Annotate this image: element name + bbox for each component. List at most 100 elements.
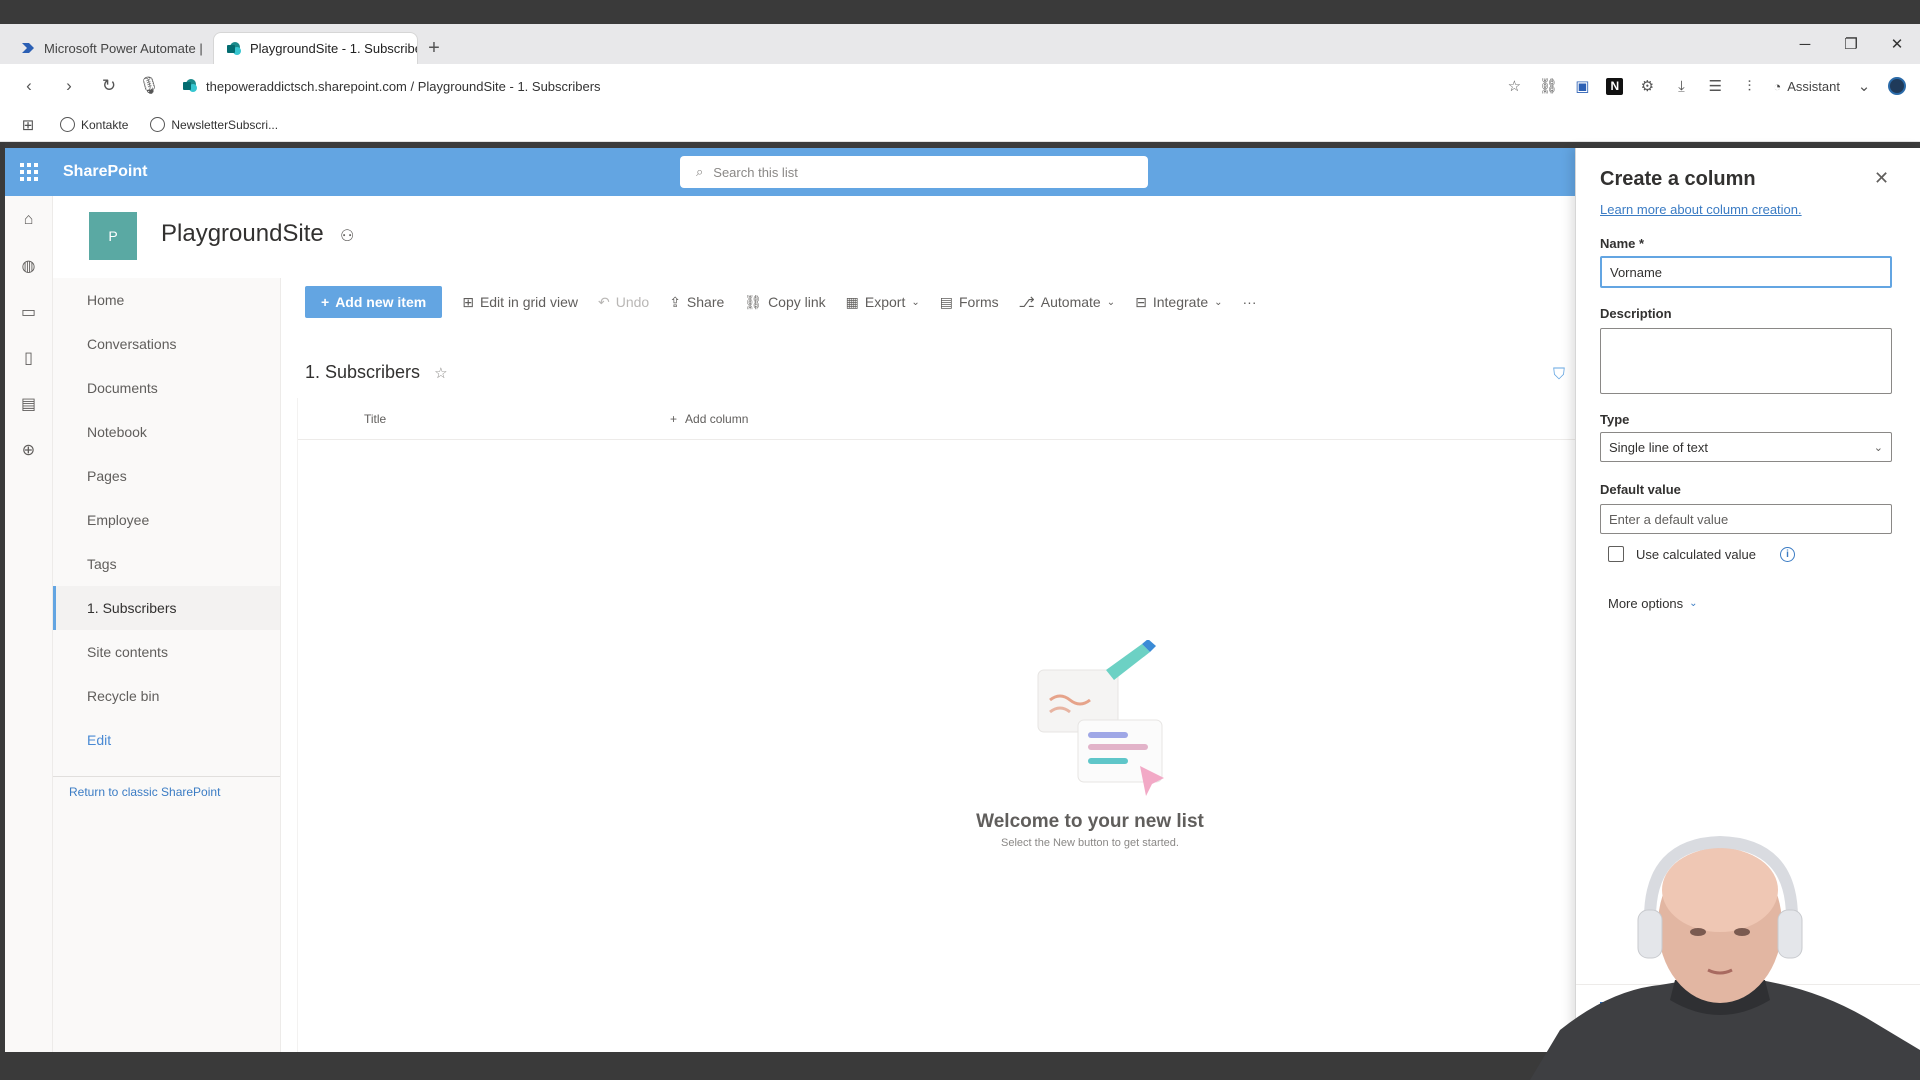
use-calculated-checkbox[interactable] (1608, 546, 1624, 562)
reading-list-icon[interactable]: ☰ (1705, 76, 1725, 96)
sharepoint-icon (183, 79, 197, 92)
add-new-item-label: Add new item (335, 294, 427, 310)
assistant-button[interactable]: ◔ Assistant (1773, 79, 1840, 94)
bookmarks-bar: ⊞ Kontakte NewsletterSubscri... (0, 108, 1920, 142)
export-label: Export (864, 294, 906, 310)
integrate-button[interactable]: ⊟ Integrate ⌄ (1135, 294, 1222, 311)
undo-button[interactable]: ↶ Undo (598, 294, 649, 311)
default-value-field[interactable]: Enter a default value (1600, 504, 1892, 534)
left-navigation: Home Conversations Documents Notebook Pa… (53, 278, 281, 1052)
suite-bar: SharePoint ⌕ Search this list (5, 148, 1575, 196)
return-classic-link[interactable]: Return to classic SharePoint (53, 777, 280, 799)
export-button[interactable]: ▦ Export ⌄ (846, 294, 920, 311)
home-icon[interactable]: ⌂ (19, 210, 39, 230)
extension-bookmark-icon[interactable]: ▣ (1572, 76, 1592, 96)
audio-icon[interactable]: ⫶ (1739, 76, 1759, 96)
nav-item-subscribers[interactable]: 1. Subscribers (53, 586, 280, 630)
add-column-label: Add column (685, 411, 749, 426)
waffle-grid (20, 163, 38, 181)
empty-state-subtitle: Select the New button to get started. (1001, 837, 1179, 849)
favorite-star-icon[interactable]: ☆ (434, 364, 447, 382)
extensions-icon[interactable]: ⚙︎ (1637, 76, 1657, 96)
column-header-row: Title + Add column (298, 398, 1575, 440)
edit-grid-label: Edit in grid view (479, 294, 578, 310)
apps-grid-icon[interactable]: ⊞ (18, 115, 38, 135)
microphone-icon[interactable]: 🎙︎ (134, 71, 164, 101)
profile-avatar[interactable] (1888, 77, 1906, 95)
file-icon[interactable]: ▯ (19, 348, 39, 368)
minimize-icon[interactable]: ─ (1782, 24, 1828, 64)
nav-item-notebook[interactable]: Notebook (53, 410, 280, 454)
site-title[interactable]: PlaygroundSite (161, 220, 324, 248)
add-circle-icon[interactable]: ⊕ (19, 440, 39, 460)
edit-grid-view-button[interactable]: ⊞ Edit in grid view (462, 294, 578, 311)
type-dropdown[interactable]: Single line of text ⌄ (1600, 432, 1892, 462)
search-icon: ⌕ (696, 164, 704, 179)
search-input[interactable]: ⌕ Search this list (680, 156, 1148, 188)
tab-power-automate[interactable]: Microsoft Power Automate | (8, 32, 213, 64)
nav-item-documents[interactable]: Documents (53, 366, 280, 410)
address-bar[interactable]: thepoweraddictsch.sharepoint.com / Playg… (182, 78, 601, 94)
forward-icon[interactable]: › (54, 71, 84, 101)
download-icon[interactable]: ⤓ (1671, 76, 1691, 96)
bookmark-label: NewsletterSubscri... (171, 117, 279, 132)
tab-playgroundsite[interactable]: PlaygroundSite - 1. Subscribe (213, 32, 418, 64)
globe-icon (150, 117, 166, 132)
undo-label: Undo (615, 294, 650, 310)
add-new-item-button[interactable]: + Add new item (305, 286, 443, 318)
share-button[interactable]: ⇪ Share (669, 294, 724, 311)
description-field[interactable] (1600, 328, 1892, 394)
more-commands-button[interactable]: ··· (1243, 294, 1257, 310)
copy-link-button[interactable]: ⛓︎ Copy link (744, 294, 825, 311)
name-field[interactable]: Vorname (1600, 256, 1892, 288)
automate-icon: ⎇ (1018, 293, 1035, 310)
excel-icon: ▦ (845, 293, 859, 310)
more-options-button[interactable]: More options ⌄ (1608, 596, 1698, 611)
notion-icon[interactable]: N (1606, 77, 1624, 95)
share-link-icon[interactable]: ⛓︎ (1538, 76, 1558, 96)
news-icon[interactable]: ▭ (19, 302, 39, 322)
nav-item-recycle-bin[interactable]: Recycle bin (53, 674, 280, 718)
plus-icon: + (670, 411, 678, 426)
command-bar: + Add new item ⊞ Edit in grid view ↶ Und… (305, 278, 1575, 326)
share-icon: ⇪ (669, 293, 681, 310)
nav-item-pages[interactable]: Pages (53, 454, 280, 498)
type-label: Type (1600, 412, 1630, 427)
chevron-down-icon: ⌄ (1873, 441, 1883, 454)
nav-edit-link[interactable]: Edit (53, 718, 280, 762)
sharepoint-brand[interactable]: SharePoint (63, 163, 147, 181)
chevron-down-icon[interactable]: ⌄ (1854, 76, 1874, 96)
back-icon[interactable]: ‹ (14, 71, 44, 101)
star-icon[interactable]: ☆ (1504, 76, 1524, 96)
close-window-icon[interactable]: ✕ (1874, 24, 1920, 64)
learn-more-link[interactable]: Learn more about column creation. (1600, 202, 1802, 217)
power-automate-icon (22, 43, 34, 53)
globe-icon (60, 117, 75, 132)
column-header-title[interactable]: Title (364, 412, 670, 426)
automate-button[interactable]: ⎇ Automate ⌄ (1019, 294, 1115, 311)
nav-item-site-contents[interactable]: Site contents (53, 630, 280, 674)
bookmark-kontakte[interactable]: Kontakte (60, 117, 128, 132)
globe-icon[interactable]: ◍ (19, 256, 39, 276)
lists-icon[interactable]: ▤ (19, 394, 39, 414)
new-tab-button[interactable]: + (418, 32, 450, 64)
reload-icon[interactable]: ↻ (94, 71, 124, 101)
info-icon[interactable]: i (1779, 546, 1795, 562)
description-label: Description (1600, 306, 1672, 321)
nav-item-home[interactable]: Home (53, 278, 280, 322)
forms-button[interactable]: ▤ Forms (940, 294, 999, 311)
bookmark-newsletter[interactable]: NewsletterSubscri... (150, 117, 278, 132)
chevron-down-icon: ⌄ (1689, 598, 1698, 609)
bookmark-label: Kontakte (81, 117, 129, 132)
add-column-button[interactable]: + Add column (670, 412, 748, 426)
filter-icon[interactable]: ⛉ (1553, 366, 1565, 384)
close-icon[interactable]: ✕ (1874, 168, 1889, 189)
nav-item-employee[interactable]: Employee (53, 498, 280, 542)
restore-icon[interactable]: ❐ (1828, 24, 1874, 64)
app-launcher-icon[interactable] (5, 148, 53, 196)
copy-link-label: Copy link (768, 294, 826, 310)
nav-item-conversations[interactable]: Conversations (53, 322, 280, 366)
nav-item-tags[interactable]: Tags (53, 542, 280, 586)
site-logo[interactable]: P (89, 212, 137, 260)
grid-icon: ⊞ (462, 293, 474, 310)
